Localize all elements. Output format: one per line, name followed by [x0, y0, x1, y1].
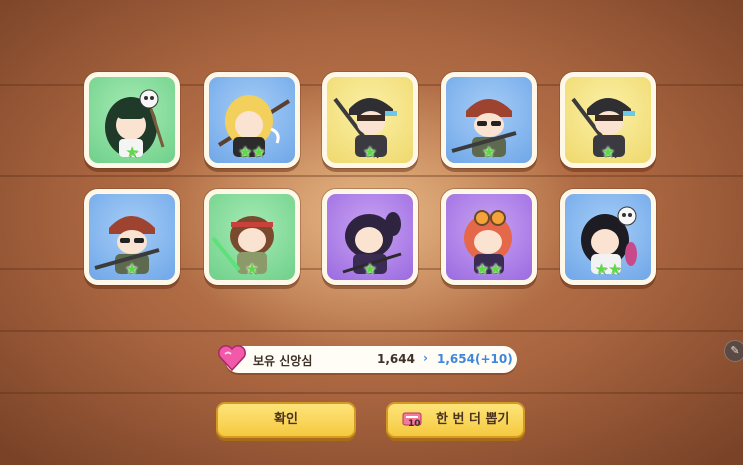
- wood-plank-line: [0, 392, 743, 394]
- currency-current: 1,644: [377, 352, 415, 366]
- star-rating: ★: [125, 260, 139, 278]
- gacha-result-screen: ★ ★★ ★ ★ ★ ★ ★ ★ ★★ ★★ 보유 신앙심 1,644 › 1,…: [0, 0, 743, 465]
- star-rating: ★★: [475, 260, 503, 278]
- chevron-right-icon: ›: [423, 351, 428, 365]
- character-card[interactable]: ★★: [204, 72, 300, 168]
- character-card[interactable]: ★: [560, 72, 656, 168]
- currency-label: 보유 신앙심: [253, 354, 313, 368]
- character-card[interactable]: ★: [204, 189, 300, 285]
- ticket-count: 10: [408, 419, 421, 429]
- star-rating: ★★: [238, 143, 266, 161]
- pencil-icon[interactable]: ✎: [724, 340, 743, 362]
- character-card[interactable]: ★: [84, 189, 180, 285]
- result-grid: ★ ★★ ★ ★ ★ ★ ★ ★ ★★ ★★: [84, 72, 664, 290]
- confirm-label: 확인: [274, 412, 298, 427]
- confirm-button[interactable]: 확인: [216, 402, 356, 438]
- character-card[interactable]: ★: [322, 189, 418, 285]
- star-rating: ★: [125, 143, 139, 161]
- star-rating: ★: [482, 143, 496, 161]
- star-rating: ★: [363, 143, 377, 161]
- currency-next: 1,654(+10): [437, 352, 513, 366]
- draw-again-label: 한 번 더 뽑기: [436, 412, 510, 427]
- draw-again-button[interactable]: 10 한 번 더 뽑기: [386, 402, 525, 438]
- character-card[interactable]: ★: [441, 72, 537, 168]
- character-card[interactable]: ★: [322, 72, 418, 168]
- character-card[interactable]: ★★: [560, 189, 656, 285]
- character-card[interactable]: ★★: [441, 189, 537, 285]
- star-rating: ★: [601, 143, 615, 161]
- wood-plank-line: [0, 330, 743, 332]
- star-rating: ★: [363, 260, 377, 278]
- character-card[interactable]: ★: [84, 72, 180, 168]
- faith-currency-bar: 보유 신앙심 1,644 › 1,654(+10): [218, 345, 517, 373]
- pink-heart-gem-icon: [218, 345, 246, 372]
- star-rating: ★★: [594, 260, 622, 278]
- star-rating: ★: [245, 260, 259, 278]
